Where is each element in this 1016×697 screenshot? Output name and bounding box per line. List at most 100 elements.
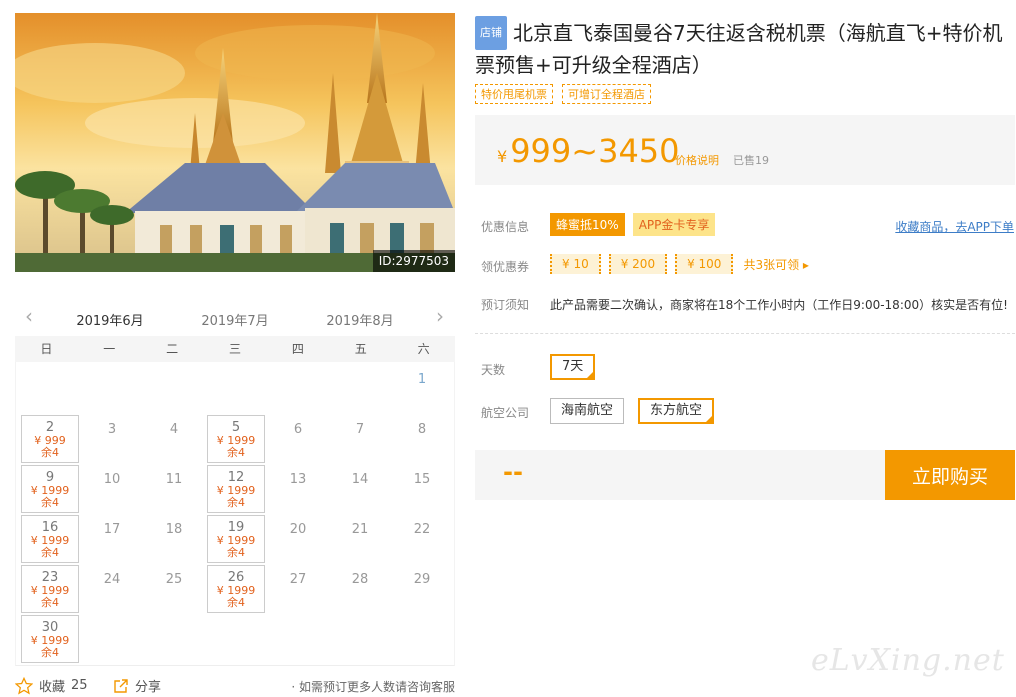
chevron-left-icon[interactable]: ‹ bbox=[19, 304, 39, 328]
day-number: 23 bbox=[41, 570, 59, 585]
days-label: 天数 bbox=[481, 363, 506, 377]
image-id-badge: ID:2977503 bbox=[372, 250, 455, 272]
coupon-item[interactable]: ¥ 100 bbox=[675, 254, 734, 274]
coupon-count-link[interactable]: 共3张可领 ▸ bbox=[743, 256, 808, 273]
weekday-label: 二 bbox=[166, 342, 179, 356]
calendar-day[interactable]: 9 ¥ 1999 余4 bbox=[21, 465, 79, 513]
day-number: 4 bbox=[169, 422, 179, 437]
weekday-label: 四 bbox=[291, 342, 304, 356]
watermark: eLvXing.net bbox=[811, 643, 1005, 678]
calendar-day: 17 bbox=[83, 515, 141, 563]
calendar-day[interactable]: 26 ¥ 1999 余4 bbox=[207, 565, 265, 613]
calendar-day: 7 bbox=[331, 415, 389, 463]
coupon-label: 领优惠券 bbox=[481, 260, 530, 274]
day-number: 5 bbox=[231, 420, 241, 435]
consult-service-link[interactable]: · 如需预订更多人数请咨询客服 bbox=[291, 678, 455, 695]
day-number: 11 bbox=[165, 472, 183, 487]
chevron-right-icon[interactable]: › bbox=[430, 304, 450, 328]
day-number: 20 bbox=[289, 522, 307, 537]
calendar-day: 8 bbox=[393, 415, 451, 463]
share-label: 分享 bbox=[135, 680, 162, 695]
day-number: 28 bbox=[351, 572, 369, 587]
day-number: 15 bbox=[413, 472, 431, 487]
days-option-7[interactable]: 7天 bbox=[550, 354, 596, 380]
calendar-day: 3 bbox=[83, 415, 141, 463]
price-panel: ¥999~3450 价格说明 已售19 bbox=[475, 115, 1015, 185]
calendar-day[interactable]: 2 ¥ 999 余4 bbox=[21, 415, 79, 463]
day-number: 2 bbox=[45, 420, 55, 435]
promo-label: 优惠信息 bbox=[481, 220, 530, 234]
product-footer-bar: 收藏 25 分享 · 如需预订更多人数请咨询客服 bbox=[15, 676, 455, 696]
calendar-day: 15 bbox=[393, 465, 451, 513]
calendar-day: 28 bbox=[331, 565, 389, 613]
day-number: 16 bbox=[41, 520, 59, 535]
day-number: 6 bbox=[293, 422, 303, 437]
day-number: 29 bbox=[413, 572, 431, 587]
promo-badges: 蜂蜜抵10% APP金卡专享 bbox=[550, 213, 716, 236]
calendar-grid: 1 2 ¥ 999 余4 3 4 5 ¥ 1999 余4 6 7 8 9 ¥ 1999 余4 10 11 12 ¥ … bbox=[15, 362, 455, 666]
calendar-day: 25 bbox=[145, 565, 203, 613]
day-remaining: 余4 bbox=[41, 496, 59, 509]
tab-month-1[interactable]: 2019年6月 bbox=[60, 310, 160, 341]
day-number: 30 bbox=[41, 620, 59, 635]
favorite-button[interactable]: 收藏 25 bbox=[15, 676, 88, 695]
calendar-day[interactable]: 16 ¥ 1999 余4 bbox=[21, 515, 79, 563]
favorite-label: 收藏 bbox=[39, 680, 66, 695]
day-remaining: 余4 bbox=[41, 646, 59, 659]
calendar-day: 20 bbox=[269, 515, 327, 563]
tab-month-3[interactable]: 2019年8月 bbox=[315, 310, 405, 329]
day-number: 3 bbox=[107, 422, 117, 437]
day-number: 10 bbox=[103, 472, 121, 487]
calendar-day[interactable]: 12 ¥ 1999 余4 bbox=[207, 465, 265, 513]
product-image[interactable]: ID:2977503 bbox=[15, 13, 455, 272]
airline-option-hainan[interactable]: 海南航空 bbox=[550, 398, 625, 424]
calendar-day[interactable]: 5 ¥ 1999 余4 bbox=[207, 415, 265, 463]
calendar-day: 24 bbox=[83, 565, 141, 613]
calendar-day[interactable]: 30 ¥ 1999 余4 bbox=[21, 615, 79, 663]
tab-month-2[interactable]: 2019年7月 bbox=[190, 310, 280, 329]
coupon-item[interactable]: ¥ 10 bbox=[550, 254, 601, 274]
purchase-bar: -- 立即购买 bbox=[475, 450, 1015, 500]
weekday-label: 六 bbox=[417, 342, 430, 356]
day-remaining: 余4 bbox=[227, 546, 245, 559]
calendar-day[interactable]: 23 ¥ 1999 余4 bbox=[21, 565, 79, 613]
weekday-label: 五 bbox=[354, 342, 367, 356]
buy-now-button[interactable]: 立即购买 bbox=[885, 450, 1015, 500]
favorite-count: 25 bbox=[71, 678, 88, 693]
booking-notice-text: 此产品需要二次确认，商家将在18个工作小时内（工作日9:00-18:00）核实是… bbox=[550, 298, 1008, 312]
day-number: 26 bbox=[227, 570, 245, 585]
honey-discount-badge: 蜂蜜抵10% bbox=[550, 213, 625, 236]
day-number: 8 bbox=[417, 422, 427, 437]
day-number: 22 bbox=[413, 522, 431, 537]
day-number: 21 bbox=[351, 522, 369, 537]
airline-option-eastern[interactable]: 东方航空 bbox=[638, 398, 715, 424]
day-remaining: 余4 bbox=[227, 496, 245, 509]
weekday-label: 日 bbox=[40, 342, 53, 356]
coupon-list: ¥ 10 ¥ 200 ¥ 100 共3张可领 ▸ bbox=[550, 254, 809, 274]
calendar-day: 21 bbox=[331, 515, 389, 563]
day-number: 27 bbox=[289, 572, 307, 587]
app-order-link[interactable]: 收藏商品，去APP下单 bbox=[895, 218, 1014, 235]
day-number: 9 bbox=[45, 470, 55, 485]
product-title-text: 北京直飞泰国曼谷7天往返含税机票（海航直飞+特价机票预售+可升级全程酒店） bbox=[475, 21, 1003, 77]
calendar-day: 18 bbox=[145, 515, 203, 563]
day-number: 1 bbox=[417, 372, 427, 387]
share-button[interactable]: 分享 bbox=[113, 676, 161, 695]
booking-notice-label: 预订须知 bbox=[481, 298, 530, 312]
day-remaining: 余4 bbox=[227, 596, 245, 609]
selected-price-placeholder: -- bbox=[503, 458, 523, 486]
price-explanation-link[interactable]: 价格说明 bbox=[675, 152, 719, 168]
day-number: 19 bbox=[227, 520, 245, 535]
product-title: 店铺 北京直飞泰国曼谷7天往返含税机票（海航直飞+特价机票预售+可升级全程酒店） bbox=[475, 16, 1015, 80]
coupon-item[interactable]: ¥ 200 bbox=[608, 254, 668, 274]
sold-count: 已售19 bbox=[733, 154, 769, 167]
price-range: 999~3450 bbox=[510, 132, 680, 170]
day-number: 14 bbox=[351, 472, 369, 487]
divider bbox=[475, 333, 1015, 334]
calendar-day[interactable]: 19 ¥ 1999 余4 bbox=[207, 515, 265, 563]
weekday-label: 一 bbox=[103, 342, 116, 356]
star-icon bbox=[15, 676, 33, 694]
day-remaining: 余4 bbox=[41, 546, 59, 559]
weekday-label: 三 bbox=[229, 342, 242, 356]
calendar-day: 6 bbox=[269, 415, 327, 463]
